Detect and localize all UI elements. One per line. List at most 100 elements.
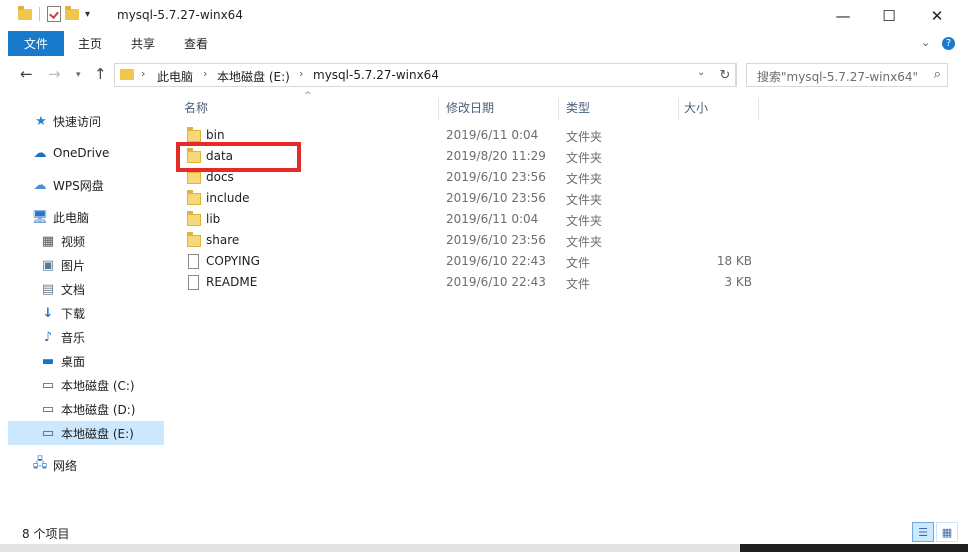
nav-item-desktop[interactable]: ▬ 桌面: [8, 349, 164, 373]
file-date: 2019/6/11 0:04: [446, 128, 539, 142]
search-icon[interactable]: ⌕: [934, 67, 941, 82]
file-name: bin: [206, 128, 225, 142]
column-header-label: 大小: [684, 100, 709, 115]
list-item-include[interactable]: include 2019/6/10 23:56 文件夹: [172, 188, 792, 209]
file-date: 2019/6/10 22:43: [446, 254, 546, 268]
file-date: 2019/6/10 23:56: [446, 191, 546, 205]
file-icon: [188, 275, 199, 290]
drive-icon: ▭: [41, 377, 55, 393]
column-divider[interactable]: [438, 98, 439, 120]
nav-item-quick-access[interactable]: ★ 快速访问: [8, 109, 164, 133]
column-divider[interactable]: [758, 98, 759, 120]
column-divider[interactable]: [678, 98, 679, 120]
up-arrow-icon[interactable]: ↑: [94, 65, 107, 83]
tab-view[interactable]: 查看: [170, 31, 222, 56]
navigation-pane: ★ 快速访问 ☁ OneDrive ☁ WPS网盘 🖥 此电脑 ▦ 视频 ▣ 图…: [8, 100, 164, 520]
chevron-down-icon[interactable]: ⌄: [697, 67, 705, 78]
customize-toolbar-icon[interactable]: ▾: [85, 9, 90, 20]
column-header-name[interactable]: 名称: [184, 94, 438, 120]
nav-item-label: 本地磁盘 (E:): [61, 426, 134, 441]
nav-item-label: WPS网盘: [53, 178, 104, 193]
back-arrow-icon[interactable]: ←: [20, 65, 33, 83]
folder-icon: [187, 127, 201, 142]
properties-icon[interactable]: [47, 6, 61, 22]
breadcrumb-mysql-folder[interactable]: mysql-5.7.27-winx64: [313, 68, 439, 82]
list-item-share[interactable]: share 2019/6/10 23:56 文件夹: [172, 230, 792, 251]
nav-item-pictures[interactable]: ▣ 图片: [8, 253, 164, 277]
nav-item-label: 网络: [53, 458, 78, 473]
tab-share[interactable]: 共享: [116, 31, 170, 56]
refresh-button[interactable]: ↻: [714, 63, 737, 87]
folder-icon: [120, 69, 134, 80]
drive-icon: ▭: [41, 401, 55, 417]
list-item-lib[interactable]: lib 2019/6/11 0:04 文件夹: [172, 209, 792, 230]
tab-home[interactable]: 主页: [64, 31, 116, 56]
file-name: docs: [206, 170, 234, 184]
folder-icon: [18, 5, 32, 20]
expand-ribbon-icon[interactable]: ⌄: [921, 36, 930, 49]
nav-item-wps-drive[interactable]: ☁ WPS网盘: [8, 173, 164, 197]
chevron-right-icon[interactable]: ›: [299, 67, 303, 80]
file-size: 18 KB: [716, 254, 752, 268]
file-date: 2019/6/11 0:04: [446, 212, 539, 226]
file-type: 文件夹: [566, 130, 603, 144]
nav-item-downloads[interactable]: ↓ 下载: [8, 301, 164, 325]
chevron-right-icon[interactable]: ›: [203, 67, 207, 80]
column-header-label: 类型: [566, 100, 591, 115]
large-icons-view-button[interactable]: ▦: [936, 522, 958, 542]
nav-item-label: 文档: [61, 282, 86, 297]
nav-item-onedrive[interactable]: ☁ OneDrive: [8, 141, 164, 165]
file-date: 2019/6/10 23:56: [446, 233, 546, 247]
breadcrumb-drive-e[interactable]: 本地磁盘 (E:): [217, 68, 290, 85]
document-icon: ▤: [41, 281, 55, 297]
file-icon: [188, 254, 199, 269]
nav-item-videos[interactable]: ▦ 视频: [8, 229, 164, 253]
nav-item-documents[interactable]: ▤ 文档: [8, 277, 164, 301]
nav-item-drive-c[interactable]: ▭ 本地磁盘 (C:): [8, 373, 164, 397]
file-type: 文件: [566, 256, 591, 270]
address-bar[interactable]: › 此电脑 › 本地磁盘 (E:) › mysql-5.7.27-winx64 …: [114, 63, 736, 87]
file-date: 2019/8/20 11:29: [446, 149, 546, 163]
network-icon: 🖧: [32, 456, 48, 471]
forward-arrow-icon[interactable]: →: [48, 65, 61, 83]
file-type: 文件夹: [566, 172, 603, 186]
maximize-button[interactable]: ☐: [866, 0, 912, 31]
column-divider[interactable]: [558, 98, 559, 120]
column-header-date[interactable]: 修改日期: [446, 94, 558, 120]
download-icon: ↓: [42, 305, 54, 321]
help-icon[interactable]: ?: [942, 37, 955, 50]
nav-item-drive-d[interactable]: ▭ 本地磁盘 (D:): [8, 397, 164, 421]
nav-item-label: 本地磁盘 (C:): [61, 378, 135, 393]
file-name: README: [206, 275, 258, 289]
breadcrumb-this-pc[interactable]: 此电脑: [157, 68, 193, 85]
minimize-button[interactable]: —: [820, 0, 866, 31]
nav-item-network[interactable]: 🖧 网络: [8, 453, 164, 477]
file-type: 文件夹: [566, 214, 603, 228]
file-name: COPYING: [206, 254, 260, 268]
recent-locations-icon[interactable]: ▾: [76, 70, 81, 80]
file-size: 3 KB: [724, 275, 752, 289]
close-button[interactable]: ✕: [914, 0, 960, 31]
cloud-icon: ☁: [33, 145, 47, 161]
nav-item-label: 下载: [61, 306, 86, 321]
nav-item-drive-e[interactable]: ▭ 本地磁盘 (E:): [8, 421, 164, 445]
tab-file[interactable]: 文件: [8, 31, 64, 56]
background-window-edge: [0, 544, 968, 552]
file-date: 2019/6/10 22:43: [446, 275, 546, 289]
navigation-bar: ← → ▾ ↑ › 此电脑 › 本地磁盘 (E:) › mysql-5.7.27…: [0, 56, 968, 94]
file-name: include: [206, 191, 250, 205]
column-header-size[interactable]: 大小: [684, 94, 754, 120]
list-item-copying[interactable]: COPYING 2019/6/10 22:43 文件 18 KB: [172, 251, 792, 272]
list-item-readme[interactable]: README 2019/6/10 22:43 文件 3 KB: [172, 272, 792, 293]
file-type: 文件夹: [566, 235, 603, 249]
nav-item-label: 音乐: [61, 330, 86, 345]
chevron-right-icon[interactable]: ›: [141, 67, 145, 80]
file-name: lib: [206, 212, 221, 226]
details-view-button[interactable]: ☰: [912, 522, 934, 542]
column-header-type[interactable]: 类型: [566, 94, 678, 120]
search-input[interactable]: 搜索"mysql-5.7.27-winx64" ⌕: [746, 63, 948, 87]
nav-item-music[interactable]: ♪ 音乐: [8, 325, 164, 349]
nav-item-this-pc[interactable]: 🖥 此电脑: [8, 205, 164, 229]
new-folder-icon[interactable]: [65, 5, 79, 20]
item-count: 8 个项目: [22, 527, 70, 541]
